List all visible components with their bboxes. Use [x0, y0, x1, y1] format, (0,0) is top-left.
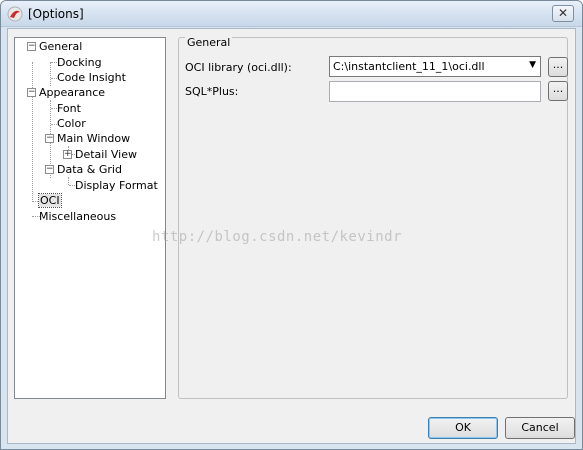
- tree-item-label: Main Window: [57, 132, 131, 145]
- tree-item-data-grid[interactable]: Data & Grid: [57, 162, 122, 177]
- tree-connector: [50, 62, 51, 86]
- tree-item-label: Appearance: [39, 86, 106, 99]
- tree-item-color[interactable]: Color: [57, 116, 86, 131]
- oci-settings-group: General OCI library (oci.dll): C:\instan…: [178, 36, 568, 399]
- collapse-appearance-icon[interactable]: −: [27, 88, 36, 97]
- tree-item-label: General: [39, 40, 83, 53]
- tree-item-label: Docking: [57, 56, 102, 69]
- group-title: General: [185, 36, 233, 49]
- window-title: [Options]: [28, 7, 84, 21]
- chevron-down-icon[interactable]: ▼: [529, 60, 536, 70]
- cancel-button[interactable]: Cancel: [505, 417, 575, 439]
- oci-library-label: OCI library (oci.dll):: [185, 61, 292, 74]
- tree-connector: [68, 177, 69, 185]
- tree-item-label: Display Format: [75, 179, 158, 192]
- tree-item-label: Miscellaneous: [39, 210, 117, 223]
- tree-item-font[interactable]: Font: [57, 101, 81, 116]
- close-button[interactable]: ✕: [552, 5, 574, 22]
- options-window: [Options] ✕ − General Docking Code Insig…: [0, 0, 583, 450]
- sqlplus-label: SQL*Plus:: [185, 85, 239, 98]
- tree-item-general[interactable]: General: [39, 39, 82, 54]
- tree-item-label: Code Insight: [57, 71, 126, 84]
- watermark-text: http://blog.csdn.net/kevindr: [152, 229, 403, 245]
- browse-sqlplus-button[interactable]: ...: [548, 81, 568, 101]
- tree-item-label: Font: [57, 102, 81, 115]
- app-logo-icon: [7, 6, 23, 22]
- tree-item-label: Detail View: [75, 148, 138, 161]
- options-tree[interactable]: − General Docking Code Insight − Appeara…: [14, 37, 166, 399]
- tree-connector: [32, 62, 33, 202]
- tree-item-detail-view[interactable]: Detail View: [75, 147, 137, 162]
- collapse-main-window-icon[interactable]: −: [45, 134, 54, 143]
- tree-item-oci[interactable]: OCI: [38, 193, 62, 208]
- tree-item-miscellaneous[interactable]: Miscellaneous: [39, 209, 116, 224]
- tree-item-code-insight[interactable]: Code Insight: [57, 70, 126, 85]
- tree-item-display-format[interactable]: Display Format: [75, 178, 158, 193]
- tree-item-docking[interactable]: Docking: [57, 55, 102, 70]
- close-icon: ✕: [557, 6, 569, 20]
- tree-item-label: Data & Grid: [57, 163, 122, 176]
- sqlplus-input[interactable]: [329, 81, 541, 102]
- oci-library-combo[interactable]: C:\instantclient_11_1\oci.dll ▼: [329, 56, 541, 77]
- collapse-data-grid-icon[interactable]: −: [45, 165, 54, 174]
- tree-item-appearance[interactable]: Appearance: [39, 85, 105, 100]
- browse-oci-button[interactable]: ...: [548, 57, 568, 77]
- tree-item-main-window[interactable]: Main Window: [57, 131, 130, 146]
- tree-item-label: OCI: [38, 193, 62, 208]
- ok-button[interactable]: OK: [428, 417, 498, 439]
- tree-item-label: Color: [57, 117, 86, 130]
- title-bar[interactable]: [Options] ✕: [1, 1, 582, 27]
- oci-library-value: C:\instantclient_11_1\oci.dll: [333, 60, 485, 73]
- expand-detail-view-icon[interactable]: +: [63, 150, 72, 159]
- collapse-general-icon[interactable]: −: [27, 42, 36, 51]
